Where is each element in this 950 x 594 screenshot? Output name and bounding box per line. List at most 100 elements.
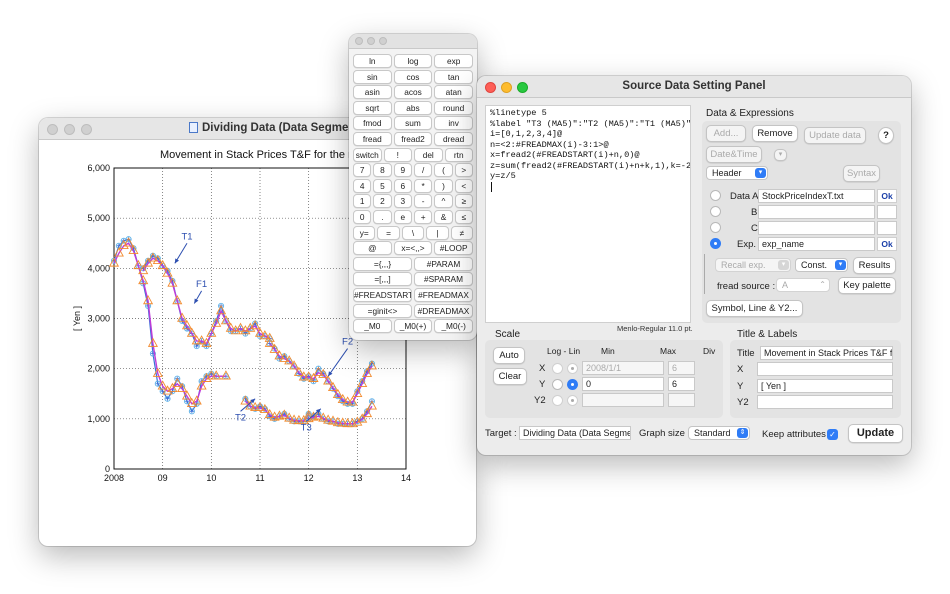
- source-data-panel[interactable]: Source Data Setting Panel %linetype 5 %la…: [477, 76, 911, 455]
- key-0-2[interactable]: exp: [434, 54, 473, 68]
- key-1-2[interactable]: tan: [434, 69, 473, 84]
- key-14-0[interactable]: =[,,,]: [353, 272, 412, 287]
- key-12-2[interactable]: #LOOP: [434, 241, 473, 256]
- datetime-button[interactable]: Date&Time: [706, 146, 762, 163]
- header-popup[interactable]: Header ▾: [706, 166, 768, 180]
- auto-button[interactable]: Auto: [493, 347, 525, 364]
- key-7-2[interactable]: 9: [393, 163, 412, 178]
- y-lin-radio[interactable]: [567, 379, 578, 390]
- update-data-button[interactable]: Update data: [804, 127, 866, 144]
- key-17-2[interactable]: _M0(-): [434, 319, 473, 334]
- key-0-1[interactable]: log: [393, 54, 433, 68]
- update-button[interactable]: Update: [848, 424, 903, 443]
- results-button[interactable]: Results: [853, 257, 896, 274]
- key-12-1[interactable]: x=<,,>: [393, 241, 433, 256]
- y2-div-field[interactable]: [668, 393, 695, 407]
- key-5-1[interactable]: fread2: [393, 132, 433, 146]
- key-11-2[interactable]: \: [401, 225, 425, 240]
- clear-button[interactable]: Clear: [493, 368, 527, 385]
- palette-zoom-button[interactable]: [379, 37, 387, 45]
- key-7-3[interactable]: /: [414, 163, 433, 178]
- key-7-5[interactable]: >: [454, 163, 473, 178]
- key-11-0[interactable]: y=: [353, 225, 376, 240]
- key-10-1[interactable]: .: [373, 210, 392, 224]
- data-a-field[interactable]: StockPriceIndexT.txt: [758, 189, 875, 203]
- chart-title-field[interactable]: Movement in Stack Prices T&F f: [760, 346, 893, 360]
- y-log-radio[interactable]: [552, 379, 563, 390]
- key-10-2[interactable]: e: [393, 210, 412, 224]
- data-b-radio[interactable]: [710, 206, 721, 217]
- data-a-ok-button[interactable]: Ok: [877, 189, 897, 203]
- add-button[interactable]: Add...: [706, 125, 746, 142]
- key-9-3[interactable]: -: [414, 194, 433, 209]
- syntax-button[interactable]: Syntax: [843, 165, 880, 182]
- key-3-2[interactable]: round: [434, 100, 473, 115]
- key-6-0[interactable]: switch: [353, 147, 382, 162]
- y-min-field[interactable]: 0: [582, 377, 664, 391]
- key-10-4[interactable]: &: [434, 210, 453, 224]
- key-13-0[interactable]: ={,,,}: [353, 256, 412, 271]
- script-editor[interactable]: %linetype 5 %label "T3 (MA5)":"T2 (MA5)":…: [485, 105, 691, 323]
- x-label-field[interactable]: [757, 362, 893, 376]
- key-1-1[interactable]: cos: [393, 69, 433, 84]
- key-11-3[interactable]: |: [426, 225, 449, 240]
- key-9-5[interactable]: ≥: [454, 194, 473, 209]
- key-17-0[interactable]: _M0: [353, 319, 392, 334]
- key-9-2[interactable]: 3: [393, 194, 412, 209]
- key-5-2[interactable]: dread: [434, 132, 473, 146]
- recall-exp-popup[interactable]: Recall exp. ▾: [715, 258, 791, 272]
- remove-button[interactable]: Remove: [752, 125, 798, 142]
- key-8-1[interactable]: 5: [373, 178, 392, 193]
- y-div-field[interactable]: 6: [668, 377, 695, 391]
- exp-ok-button[interactable]: Ok: [877, 237, 897, 251]
- key-4-1[interactable]: sum: [393, 116, 433, 131]
- panel-titlebar[interactable]: Source Data Setting Panel: [477, 76, 911, 98]
- key-9-0[interactable]: 1: [353, 194, 372, 209]
- data-c-field[interactable]: [758, 221, 875, 235]
- key-7-1[interactable]: 8: [373, 163, 392, 178]
- key-2-1[interactable]: acos: [393, 85, 433, 100]
- key-7-0[interactable]: 7: [353, 163, 372, 178]
- key-8-5[interactable]: <: [454, 178, 473, 193]
- key-2-2[interactable]: atan: [434, 85, 473, 100]
- key-15-1[interactable]: #FREADMAX: [414, 288, 473, 302]
- key-6-1[interactable]: !: [383, 147, 412, 162]
- keep-attributes-checkbox[interactable]: ✓: [827, 429, 838, 440]
- palette-titlebar[interactable]: [349, 34, 477, 49]
- key-1-0[interactable]: sin: [353, 69, 392, 84]
- data-c-extra[interactable]: [877, 221, 897, 235]
- x-min-field[interactable]: 2008/1/1: [582, 361, 664, 375]
- key-4-2[interactable]: inv: [434, 116, 473, 131]
- y2-lin-radio[interactable]: [567, 395, 578, 406]
- key-11-1[interactable]: =: [377, 225, 400, 240]
- x-lin-radio[interactable]: [567, 363, 578, 374]
- key-palette-window[interactable]: ln log exp sin cos tan asin acos atan sqrt abs roun…: [349, 34, 477, 340]
- x-log-radio[interactable]: [552, 363, 563, 374]
- key-15-0[interactable]: #FREADSTART: [353, 288, 412, 302]
- symbol-line-y2-button[interactable]: Symbol, Line & Y2...: [706, 300, 803, 317]
- y2-label-field[interactable]: [757, 395, 893, 409]
- key-palette-button[interactable]: Key palette: [838, 277, 896, 294]
- key-8-4[interactable]: ): [434, 178, 453, 193]
- key-11-4[interactable]: ≠: [450, 225, 473, 240]
- x-div-field[interactable]: 6: [668, 361, 695, 375]
- help-button[interactable]: ?: [878, 127, 894, 144]
- key-14-1[interactable]: #SPARAM: [414, 272, 473, 287]
- key-3-0[interactable]: sqrt: [353, 100, 392, 115]
- key-0-0[interactable]: ln: [353, 54, 392, 68]
- exp-field[interactable]: exp_name: [758, 237, 875, 251]
- y-label-field[interactable]: [ Yen ]: [757, 379, 893, 393]
- key-12-0[interactable]: @: [353, 241, 392, 256]
- datetime-dropdown[interactable]: ▾: [774, 149, 787, 161]
- key-10-3[interactable]: +: [414, 210, 433, 224]
- data-c-radio[interactable]: [710, 222, 721, 233]
- key-16-0[interactable]: =ginit<>: [353, 303, 412, 318]
- key-7-4[interactable]: (: [434, 163, 453, 178]
- exp-radio[interactable]: [710, 238, 721, 249]
- key-8-0[interactable]: 4: [353, 178, 372, 193]
- data-a-radio[interactable]: [710, 190, 721, 201]
- data-b-field[interactable]: [758, 205, 875, 219]
- key-2-0[interactable]: asin: [353, 85, 392, 100]
- key-10-5[interactable]: ≤: [454, 210, 473, 224]
- const-popup[interactable]: Const. ▾: [795, 258, 848, 272]
